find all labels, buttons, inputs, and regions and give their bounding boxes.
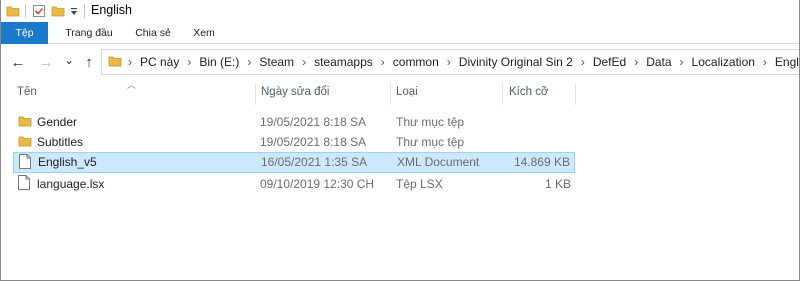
file-name: language.lsx — [37, 177, 105, 191]
column-divider[interactable] — [390, 83, 391, 105]
back-button[interactable]: ← — [10, 54, 26, 71]
chevron-right-icon[interactable]: › — [680, 55, 684, 69]
up-button[interactable]: ↑ — [81, 54, 97, 71]
file-name: Gender — [37, 115, 78, 129]
list-item[interactable]: Gender 19/05/2021 8:18 SA Thư mục tệp — [13, 112, 575, 133]
list-item[interactable]: language.lsx 09/10/2019 12:30 CH Tệp LSX… — [13, 174, 575, 195]
breadcrumb-pc[interactable]: PC này — [140, 55, 179, 69]
breadcrumb-divinity[interactable]: Divinity Original Sin 2 — [459, 55, 573, 69]
list-item[interactable]: Subtitles 19/05/2021 8:18 SA Thư mục tệp — [13, 132, 575, 153]
file-name: Subtitles — [37, 135, 84, 149]
column-header-row: ︿ Tên Ngày sửa đổi Loại Kích cỡ — [1, 80, 799, 105]
file-size: 1 KB — [544, 177, 571, 191]
title-bar: English — [1, 0, 799, 22]
file-type: Tệp LSX — [396, 177, 443, 191]
column-size[interactable]: Kích cỡ — [509, 86, 549, 98]
file-size: 14.869 KB — [513, 155, 570, 169]
customize-dropdown-icon[interactable] — [69, 6, 79, 20]
forward-button[interactable]: → — [38, 54, 54, 71]
window-title: English — [91, 3, 132, 17]
file-type: Thư mục tệp — [396, 135, 465, 149]
explorer-window: English Tệp Trang đầu Chia sẻ Xem ← → ⌄ … — [0, 0, 800, 281]
breadcrumb-english[interactable]: English — [775, 55, 799, 69]
folder-icon — [6, 4, 20, 21]
chevron-right-icon[interactable]: › — [447, 55, 451, 69]
folder-icon — [18, 134, 32, 151]
tab-file[interactable]: Tệp — [1, 22, 48, 44]
address-bar[interactable]: › PC này › Bin (E:) › Steam › steamapps … — [101, 49, 799, 75]
folder-icon — [108, 54, 122, 71]
quick-access-separator — [25, 4, 26, 18]
column-divider[interactable] — [575, 83, 576, 105]
document-icon — [19, 154, 31, 172]
breadcrumb-steamapps[interactable]: steamapps — [314, 55, 373, 69]
chevron-right-icon[interactable]: › — [302, 55, 306, 69]
chevron-right-icon[interactable]: › — [381, 55, 385, 69]
document-icon — [18, 175, 30, 193]
chevron-right-icon[interactable]: › — [581, 55, 585, 69]
column-name[interactable]: Tên — [17, 86, 37, 98]
file-date: 19/05/2021 8:18 SA — [260, 115, 367, 129]
chevron-right-icon[interactable]: › — [187, 55, 191, 69]
folder-icon — [18, 114, 32, 131]
recent-locations-button[interactable]: ⌄ — [61, 52, 77, 68]
breadcrumb-localization[interactable]: Localization — [692, 55, 755, 69]
file-type: XML Document — [397, 155, 480, 169]
column-type[interactable]: Loại — [396, 86, 418, 98]
file-date: 19/05/2021 8:18 SA — [260, 135, 367, 149]
chevron-right-icon[interactable]: › — [128, 55, 132, 69]
file-type: Thư mục tệp — [396, 115, 465, 129]
chevron-right-icon[interactable]: › — [247, 55, 251, 69]
column-divider[interactable] — [502, 83, 503, 105]
navigation-bar: ← → ⌄ ↑ › PC này › Bin (E:) › Steam › st… — [1, 46, 799, 78]
list-item-selected[interactable]: English_v5 16/05/2021 1:35 SA XML Docume… — [13, 152, 575, 173]
new-folder-icon[interactable] — [51, 4, 65, 21]
sort-ascending-icon: ︿ — [127, 80, 137, 90]
tab-share[interactable]: Chia sẻ — [128, 22, 178, 44]
title-separator — [84, 4, 85, 18]
breadcrumb-data[interactable]: Data — [646, 55, 671, 69]
chevron-right-icon[interactable]: › — [763, 55, 767, 69]
breadcrumb-defed[interactable]: DefEd — [593, 55, 626, 69]
file-name: English_v5 — [38, 155, 97, 169]
breadcrumb-drive[interactable]: Bin (E:) — [199, 55, 239, 69]
breadcrumb-steam[interactable]: Steam — [259, 55, 294, 69]
tab-home[interactable]: Trang đầu — [59, 22, 119, 44]
tab-view[interactable]: Xem — [187, 22, 221, 44]
column-date[interactable]: Ngày sửa đổi — [261, 86, 329, 98]
column-divider[interactable] — [255, 83, 256, 105]
file-date: 09/10/2019 12:30 CH — [260, 177, 375, 191]
breadcrumb-common[interactable]: common — [393, 55, 439, 69]
file-date: 16/05/2021 1:35 SA — [261, 155, 368, 169]
properties-check-icon[interactable] — [32, 4, 46, 21]
chevron-right-icon[interactable]: › — [634, 55, 638, 69]
ribbon-tabs: Tệp Trang đầu Chia sẻ Xem — [1, 22, 799, 44]
